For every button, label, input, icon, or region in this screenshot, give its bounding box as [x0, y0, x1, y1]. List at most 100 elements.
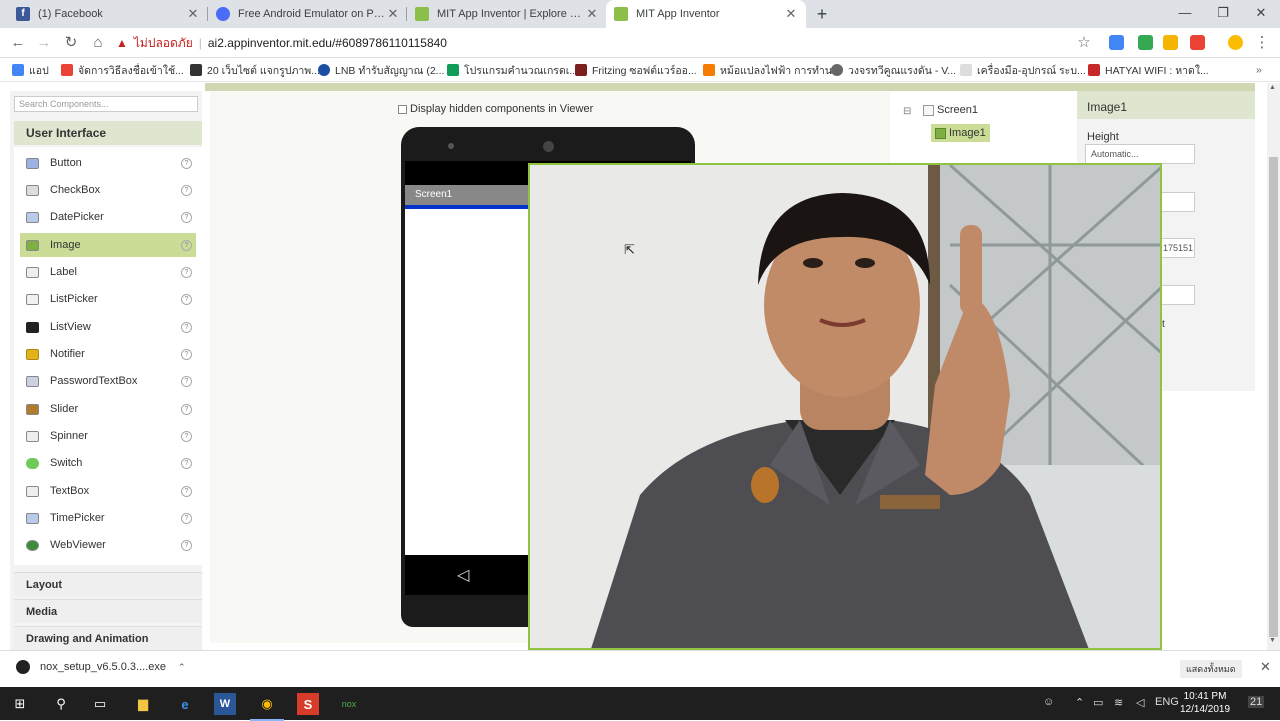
back-arrow-icon[interactable]: ←: [8, 33, 28, 53]
people-icon[interactable]: ☺: [1043, 696, 1054, 708]
help-icon[interactable]: ?: [181, 293, 192, 305]
help-icon[interactable]: ?: [181, 157, 192, 169]
bookmark-item[interactable]: วงจรทวีคูณแรงดัน - V...: [831, 62, 956, 78]
collapse-icon[interactable]: ⊟: [903, 106, 911, 117]
bookmark-item[interactable]: 20 เว็บไซต์ แจกรูปภาพ...: [190, 62, 320, 78]
show-all-downloads-button[interactable]: แสดงทั้งหมด: [1180, 660, 1242, 678]
palette-item-button[interactable]: Button?: [20, 151, 196, 175]
property-input[interactable]: 175151: [1157, 238, 1195, 258]
nox-icon[interactable]: nox: [338, 693, 360, 715]
bookmark-star-icon[interactable]: ☆: [1074, 33, 1094, 53]
bookmark-item[interactable]: จัดการวิธีลงชื่อเข้าใช้...: [61, 62, 184, 78]
bookmark-item[interactable]: โปรแกรมคำนวณเกรดเ...: [447, 62, 578, 78]
profile-avatar-icon[interactable]: [1228, 35, 1243, 50]
tab-nox[interactable]: Free Android Emulator on PC and ✕: [208, 0, 408, 28]
help-icon[interactable]: ?: [181, 457, 192, 469]
forward-arrow-icon[interactable]: →: [34, 33, 54, 53]
palette-item-textbox[interactable]: TextBox?: [20, 479, 196, 503]
help-icon[interactable]: ?: [181, 375, 192, 387]
palette-category-user-interface[interactable]: User Interface: [14, 121, 202, 145]
palette-category-media[interactable]: Media: [14, 599, 202, 623]
extension-icon[interactable]: [1138, 35, 1153, 50]
palette-item-checkbox[interactable]: CheckBox?: [20, 178, 196, 202]
windows-start-icon[interactable]: ⊞: [9, 693, 31, 715]
palette-item-listpicker[interactable]: ListPicker?: [20, 287, 196, 311]
clock[interactable]: 10:41 PM 12/14/2019: [1180, 690, 1230, 716]
palette-item-webviewer[interactable]: WebViewer?: [20, 533, 196, 557]
close-icon[interactable]: ✕: [186, 6, 200, 22]
bookmark-item[interactable]: Fritzing ซอฟต์แวร์ออ...: [575, 62, 697, 78]
bookmark-item[interactable]: LNB ทำรับสัญญาณ (2...: [318, 62, 444, 78]
palette-item-datepicker[interactable]: DatePicker?: [20, 205, 196, 229]
help-icon[interactable]: ?: [181, 266, 192, 278]
palette-item-image[interactable]: Image?: [20, 233, 196, 257]
scroll-down-icon[interactable]: ▼: [1269, 637, 1276, 644]
bookmarks-overflow-icon[interactable]: »: [1256, 62, 1262, 78]
help-icon[interactable]: ?: [181, 321, 192, 333]
close-icon[interactable]: ✕: [1260, 659, 1271, 675]
home-icon[interactable]: ⌂: [88, 33, 108, 53]
palette-item-slider[interactable]: Slider?: [20, 397, 196, 421]
palette-category-layout[interactable]: Layout: [14, 572, 202, 596]
palette-item-label[interactable]: Label?: [20, 260, 196, 284]
help-icon[interactable]: ?: [181, 211, 192, 223]
property-input[interactable]: [1157, 285, 1195, 305]
minimize-button[interactable]: —: [1166, 0, 1204, 28]
chevron-up-icon[interactable]: ⌃: [1075, 696, 1084, 709]
close-icon[interactable]: ✕: [386, 6, 400, 22]
tab-appinventor[interactable]: MIT App Inventor ✕: [606, 0, 806, 28]
help-icon[interactable]: ?: [181, 348, 192, 360]
extension-icon[interactable]: [1190, 35, 1205, 50]
battery-icon[interactable]: ▭: [1093, 696, 1103, 709]
search-icon[interactable]: ⚲: [50, 693, 72, 715]
tree-node-image1[interactable]: Image1: [931, 124, 990, 142]
download-item[interactable]: nox_setup_v6.5.0.3....exe ⌃: [16, 660, 186, 674]
notification-center-icon[interactable]: 21: [1248, 696, 1265, 708]
bookmark-apps[interactable]: แอป: [12, 62, 49, 78]
palette-item-spinner[interactable]: Spinner?: [20, 424, 196, 448]
height-property-value[interactable]: Automatic...: [1085, 144, 1195, 164]
palette-item-switch[interactable]: Switch?: [20, 451, 196, 475]
display-hidden-components-option[interactable]: Display hidden components in Viewer: [398, 103, 593, 115]
close-window-button[interactable]: ✕: [1242, 0, 1280, 28]
file-explorer-icon[interactable]: ▆: [132, 693, 154, 715]
help-icon[interactable]: ?: [181, 539, 192, 551]
image1-preview-photo[interactable]: [528, 163, 1162, 650]
address-bar[interactable]: ▲ ไม่ปลอดภัย | ai2.appinventor.mit.edu/#…: [116, 31, 1106, 55]
menu-icon[interactable]: ⋮: [1252, 33, 1272, 53]
help-icon[interactable]: ?: [181, 512, 192, 524]
word-icon[interactable]: W: [214, 693, 236, 715]
bookmark-item[interactable]: เครื่องมือ-อุปกรณ์ ระบ...: [960, 62, 1086, 78]
tab-facebook[interactable]: f (1) Facebook ✕: [8, 0, 208, 28]
close-icon[interactable]: ✕: [585, 6, 599, 22]
reload-icon[interactable]: ↻: [61, 33, 81, 53]
tree-node-screen1[interactable]: Screen1: [923, 104, 978, 116]
property-input[interactable]: [1157, 192, 1195, 212]
wifi-icon[interactable]: ≋: [1114, 696, 1123, 709]
bookmark-item[interactable]: หม้อแปลงไฟฟ้า การทำน...: [703, 62, 841, 78]
help-icon[interactable]: ?: [181, 239, 192, 251]
task-view-icon[interactable]: ▭: [89, 693, 111, 715]
help-icon[interactable]: ?: [181, 403, 192, 415]
help-icon[interactable]: ?: [181, 184, 192, 196]
translate-icon[interactable]: [1109, 35, 1124, 50]
extension-icon[interactable]: [1163, 35, 1178, 50]
palette-item-listview[interactable]: ListView?: [20, 315, 196, 339]
volume-icon[interactable]: ◁: [1136, 696, 1144, 709]
back-triangle-icon[interactable]: ◁: [457, 565, 469, 585]
slides-app-icon[interactable]: S: [297, 693, 319, 715]
bookmark-item[interactable]: HATYAI WIFI : หาดใ...: [1088, 62, 1209, 78]
close-icon[interactable]: ✕: [784, 6, 798, 22]
help-icon[interactable]: ?: [181, 485, 192, 497]
maximize-button[interactable]: ❐: [1204, 0, 1242, 28]
palette-item-passwordtextbox[interactable]: PasswordTextBox?: [20, 369, 196, 393]
search-components-input[interactable]: Search Components...: [14, 96, 198, 112]
new-tab-button[interactable]: +: [811, 3, 833, 25]
chevron-up-icon[interactable]: ⌃: [178, 662, 186, 673]
tab-appinventor-explore[interactable]: MIT App Inventor | Explore MIT A ✕: [407, 0, 607, 28]
checkbox[interactable]: [398, 104, 407, 114]
palette-item-timepicker[interactable]: TimePicker?: [20, 506, 196, 530]
palette-item-notifier[interactable]: Notifier?: [20, 342, 196, 366]
page-scrollbar[interactable]: ▲ ▼: [1267, 83, 1280, 650]
scroll-up-icon[interactable]: ▲: [1269, 84, 1276, 91]
